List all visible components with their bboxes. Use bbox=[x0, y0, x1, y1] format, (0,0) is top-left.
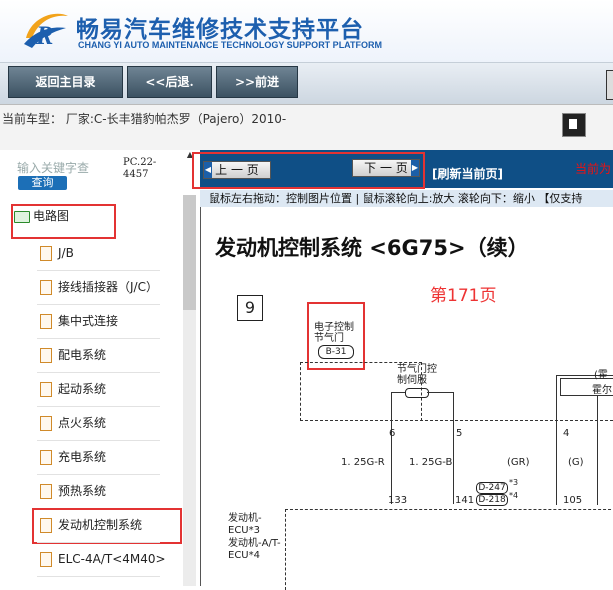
note-mark: *4 bbox=[509, 491, 519, 500]
current-car-model: 当前车型： 厂家:C-长丰猎豹帕杰罗（Pajero）2010- bbox=[2, 112, 287, 126]
servo-label: 节气门控制伺服 bbox=[397, 364, 437, 386]
document-icon bbox=[40, 382, 52, 397]
wire bbox=[391, 392, 405, 393]
diagram-title: 发动机控制系统 <6G75>（续） bbox=[215, 236, 529, 260]
highlight-engine-control bbox=[32, 508, 182, 544]
pin-label: 6 bbox=[389, 428, 396, 439]
page-number: 第171页 bbox=[430, 286, 497, 306]
wire-color: (GR) bbox=[507, 457, 530, 468]
wire-color: (G) bbox=[568, 457, 584, 468]
divider bbox=[37, 440, 160, 441]
wire bbox=[556, 375, 557, 505]
wire bbox=[597, 395, 598, 505]
divider bbox=[37, 576, 160, 577]
ecu-box bbox=[285, 509, 613, 590]
connector-line bbox=[300, 420, 613, 422]
refresh-page-link[interactable]: [刷新当前页] bbox=[432, 165, 503, 182]
document-code: PC.22-4457 bbox=[123, 157, 157, 180]
search-input[interactable]: 输入关键字查 bbox=[17, 159, 120, 177]
document-icon bbox=[40, 416, 52, 431]
sensor-label: 霍尔 bbox=[592, 385, 612, 396]
pin-number: 105 bbox=[563, 495, 583, 506]
pin-label: 4 bbox=[563, 428, 570, 439]
home-button[interactable]: 返回主目录 bbox=[8, 66, 123, 98]
divider bbox=[37, 406, 160, 407]
sidebar-item-jb[interactable]: J/B bbox=[40, 242, 74, 264]
nav-extra-button[interactable] bbox=[606, 70, 613, 100]
document-icon bbox=[40, 552, 52, 567]
connector-d247: D-247 bbox=[476, 482, 508, 494]
back-button[interactable]: <<后退. bbox=[127, 66, 212, 98]
document-icon bbox=[40, 314, 52, 329]
document-icon bbox=[40, 348, 52, 363]
pin-label: 5 bbox=[456, 428, 463, 439]
divider bbox=[37, 304, 160, 305]
sidebar-item-starting-system[interactable]: 起动系统 bbox=[40, 378, 106, 400]
motor-icon bbox=[405, 388, 429, 398]
divider bbox=[37, 372, 160, 373]
search-button[interactable]: 查询 bbox=[18, 176, 67, 190]
current-page-label: 当前为 bbox=[575, 162, 612, 176]
wire bbox=[427, 392, 454, 393]
app-subtitle: CHANG YI AUTO MAINTENANCE TECHNOLOGY SUP… bbox=[78, 40, 383, 50]
document-icon bbox=[40, 280, 52, 295]
sidebar-scroll-thumb[interactable] bbox=[183, 195, 196, 310]
highlight-circuit-root bbox=[11, 204, 116, 239]
sidebar-item-ignition-system[interactable]: 点火系统 bbox=[40, 412, 106, 434]
divider bbox=[37, 338, 160, 339]
viewer-border bbox=[200, 207, 201, 586]
wire bbox=[453, 392, 454, 504]
document-icon bbox=[40, 484, 52, 499]
wire bbox=[391, 392, 392, 504]
highlight-throttle bbox=[307, 302, 365, 370]
sidebar-item-elc-4at[interactable]: ELC-4A/T<4M40> bbox=[40, 548, 166, 570]
forward-button[interactable]: >>前进 bbox=[216, 66, 298, 98]
pin-number: 141 bbox=[455, 495, 475, 506]
sidebar-item-jc[interactable]: 接线插接器（J/C） bbox=[40, 276, 158, 298]
ecu-label-a: 发动机-ECU*3 bbox=[228, 513, 262, 536]
ecu-label-b: 发动机-A/T-ECU*4 bbox=[228, 538, 281, 561]
sidebar-item-preheat-system[interactable]: 预热系统 bbox=[40, 480, 106, 502]
wire-color: 1. 25G-R bbox=[341, 457, 385, 468]
document-icon bbox=[40, 450, 52, 465]
document-icon bbox=[40, 246, 52, 261]
wire-color: 1. 25G-B bbox=[409, 457, 453, 468]
divider bbox=[37, 270, 160, 271]
sidebar-item-power-distribution[interactable]: 配电系统 bbox=[40, 344, 106, 366]
toggle-panel-icon[interactable] bbox=[562, 113, 586, 137]
pin-number: 133 bbox=[388, 495, 408, 506]
usage-hint: 鼠标左右拖动：控制图片位置 | 鼠标滚轮向上:放大 滚轮向下：缩小 【仅支持 bbox=[200, 190, 613, 207]
divider bbox=[37, 474, 160, 475]
svg-text:R: R bbox=[35, 21, 53, 50]
divider bbox=[37, 542, 160, 543]
sensor-label-top: (霍 bbox=[594, 370, 608, 381]
sidebar-item-charging-system[interactable]: 充电系统 bbox=[40, 446, 106, 468]
app-title: 畅易汽车维修技术支持平台 bbox=[76, 17, 364, 43]
logo-icon: R bbox=[22, 8, 72, 54]
highlight-page-buttons bbox=[192, 152, 425, 189]
sidebar-item-central-connection[interactable]: 集中式连接 bbox=[40, 310, 118, 332]
section-number: 9 bbox=[237, 295, 263, 321]
note-mark: *3 bbox=[509, 478, 519, 487]
connector-d218: D-218 bbox=[476, 494, 508, 506]
